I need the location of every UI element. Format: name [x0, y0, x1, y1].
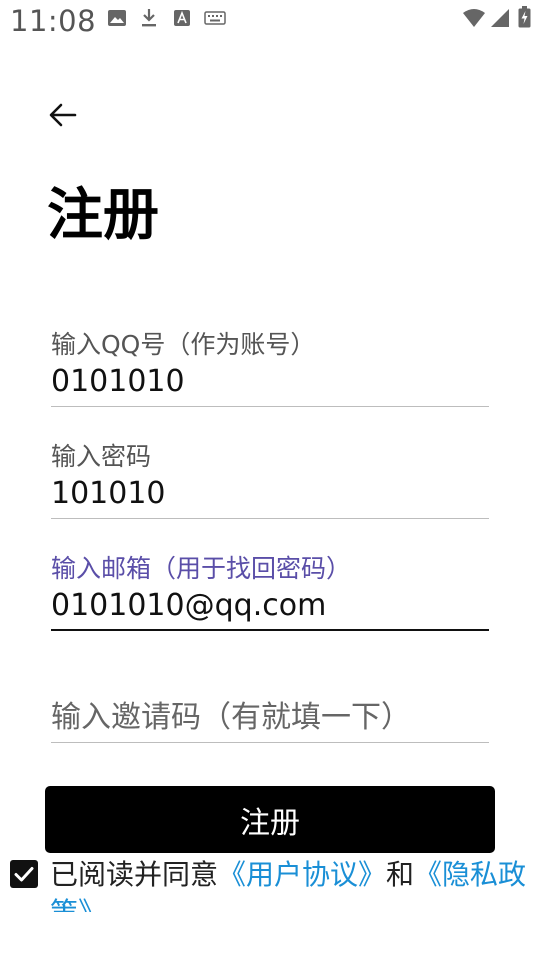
agreement-prefix: 已阅读并同意 [50, 858, 219, 891]
email-input-underline [51, 629, 489, 631]
status-bar: 11:08 [0, 0, 540, 44]
keyboard-notification-icon [204, 11, 226, 25]
cellular-signal-icon [491, 9, 509, 27]
qq-input-underline [51, 406, 489, 407]
register-button[interactable]: 注册 [45, 786, 495, 853]
agreement-row: 已阅读并同意《用户协议》和《隐私政策》 [10, 856, 540, 912]
email-field-label: 输入邮箱（用于找回密码） [51, 554, 352, 583]
wifi-icon [463, 9, 485, 27]
agreement-conjunction: 和 [386, 858, 415, 891]
email-input[interactable] [51, 584, 489, 628]
invite-code-field [51, 696, 489, 743]
password-field-label: 输入密码 [51, 442, 152, 471]
status-time: 11:08 [10, 4, 97, 38]
back-button[interactable] [38, 90, 88, 140]
invite-code-input-underline [51, 742, 489, 743]
agreement-text: 已阅读并同意《用户协议》和《隐私政策》 [50, 856, 528, 912]
agreement-checkbox[interactable] [10, 860, 38, 888]
checkmark-icon [14, 867, 34, 882]
download-notification-icon [142, 9, 156, 27]
battery-charging-icon [518, 6, 531, 28]
password-input[interactable] [51, 472, 489, 516]
invite-code-input[interactable] [51, 696, 489, 740]
qq-field-label: 输入QQ号（作为账号） [51, 330, 316, 359]
password-field: 输入密码 [51, 442, 489, 519]
page-title: 注册 [47, 183, 159, 248]
app-notification-icon [174, 10, 190, 26]
password-input-underline [51, 518, 489, 519]
qq-input[interactable] [51, 360, 489, 404]
qq-field: 输入QQ号（作为账号） [51, 330, 489, 407]
arrow-back-icon [49, 103, 77, 127]
email-field: 输入邮箱（用于找回密码） [51, 554, 489, 631]
image-notification-icon [108, 10, 126, 26]
user-agreement-link[interactable]: 《用户协议》 [218, 858, 386, 891]
